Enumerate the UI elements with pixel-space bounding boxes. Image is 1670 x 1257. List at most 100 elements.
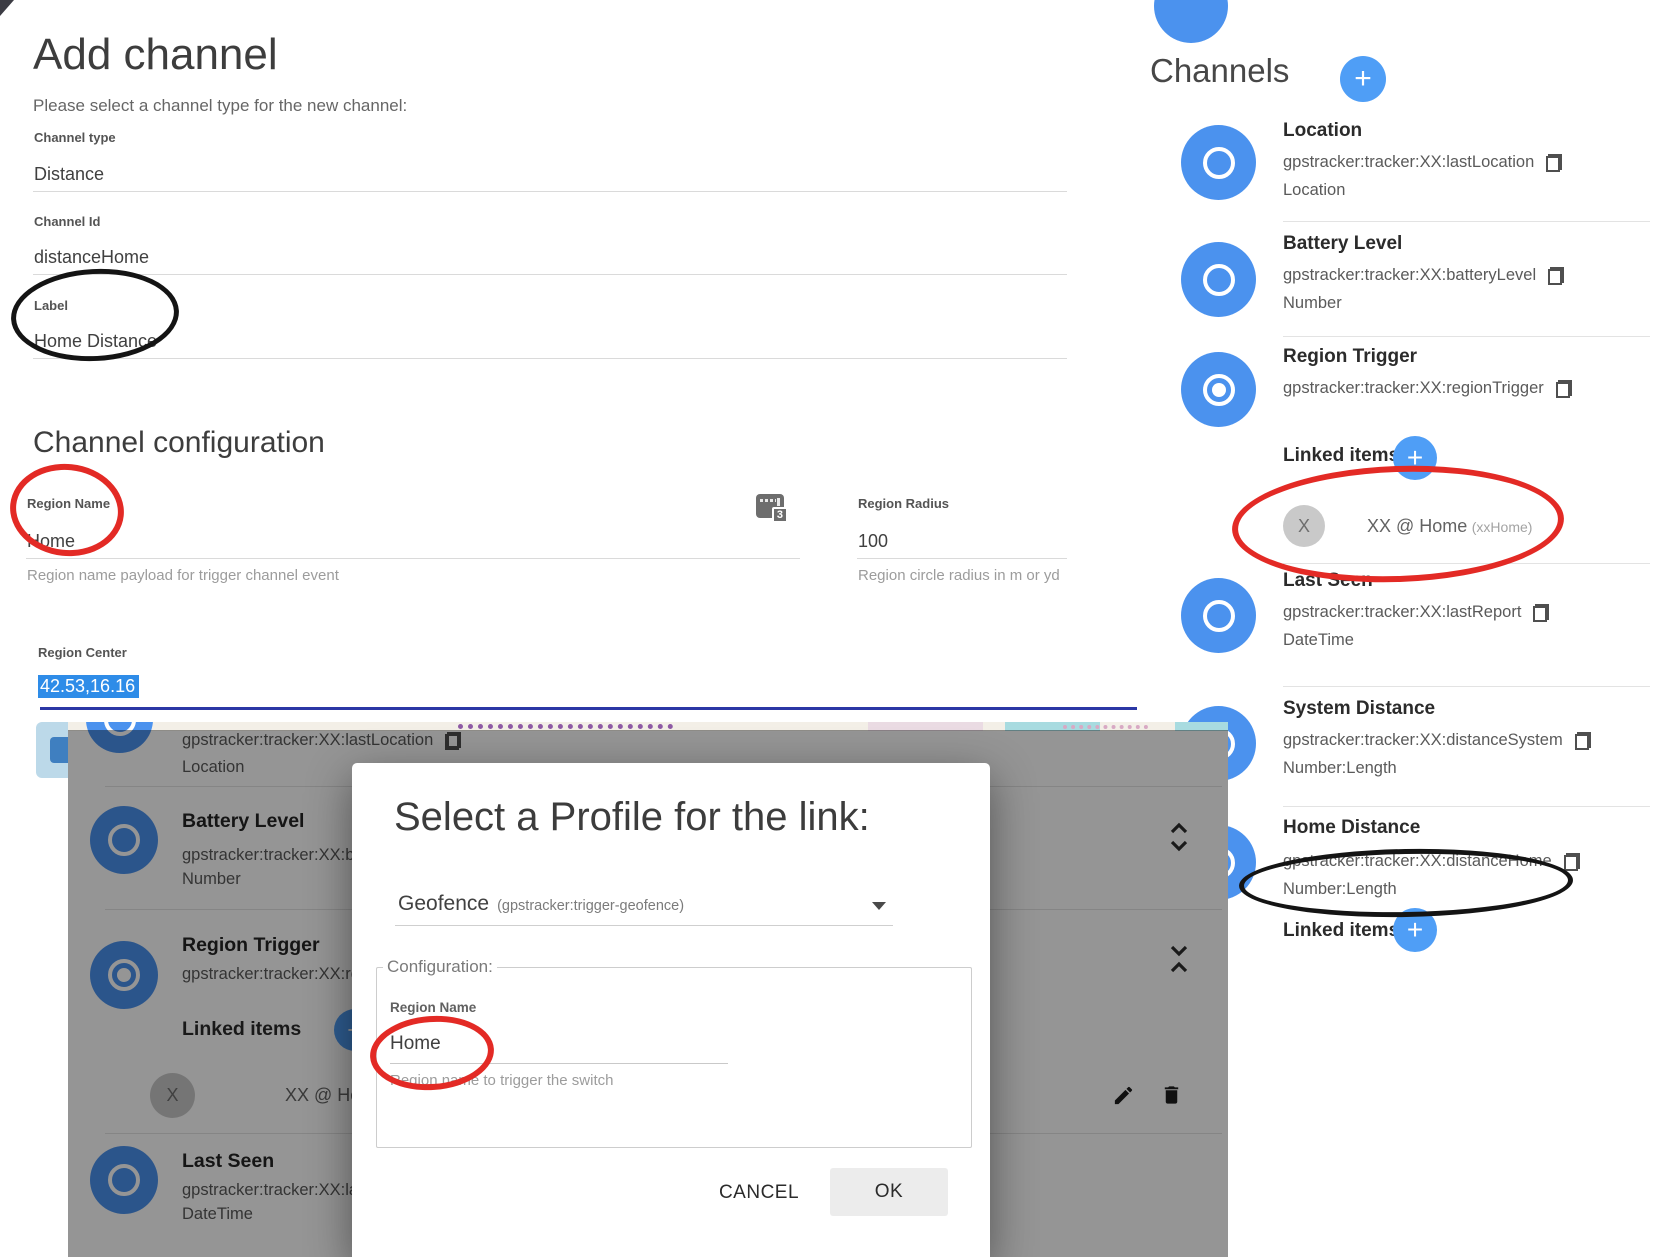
channel-name: Location (1283, 120, 1362, 142)
linked-item-label: XX @ Home (1367, 516, 1467, 536)
channel-id-row: gpstracker:tracker:XX:batteryLevel (1283, 266, 1564, 285)
map-label-dots (1063, 725, 1148, 729)
config-section-title: Channel configuration (33, 426, 325, 460)
region-radius-input[interactable]: 100 (858, 531, 888, 552)
linked-item-suffix: (xxHome) (1472, 519, 1533, 535)
configuration-legend: Configuration: (383, 957, 497, 977)
channel-name: Home Distance (1283, 817, 1420, 839)
region-name-label: Region Name (27, 496, 110, 511)
channel-avatar-region-trigger (1181, 352, 1256, 427)
channel-id-row: gpstracker:tracker:XX:regionTrigger (1283, 379, 1572, 398)
profile-select[interactable]: Geofence (gpstracker:trigger-geofence) (398, 892, 684, 916)
channel-id-label: Channel Id (34, 214, 100, 229)
dialog-title: Select a Profile for the link: (394, 795, 870, 840)
linked-items-heading: Linked items (1283, 445, 1399, 467)
region-center-focus-underline (40, 707, 1137, 710)
copy-icon[interactable] (1546, 154, 1562, 172)
trigger-channel-icon (1203, 374, 1235, 406)
copy-icon[interactable] (1575, 732, 1591, 750)
profile-select-underline (395, 925, 893, 926)
region-name-input[interactable]: Home (27, 531, 75, 552)
avatar-letter: X (1298, 516, 1310, 537)
profile-select-value: Geofence (398, 892, 489, 915)
channel-type-label: Channel type (34, 130, 116, 145)
row-divider (1283, 806, 1650, 807)
channel-id-input[interactable]: distanceHome (34, 247, 149, 268)
channel-type-select[interactable]: Distance (34, 164, 104, 185)
channel-id-row: gpstracker:tracker:XX:lastReport (1283, 603, 1549, 622)
dialog-region-name-helper: Region name to trigger the switch (390, 1072, 613, 1089)
region-center-input[interactable]: 42.53,16.16 (38, 676, 139, 697)
linked-item-avatar: X (1283, 505, 1325, 547)
linked-items-heading-2: Linked items (1283, 920, 1399, 942)
row-divider (1283, 221, 1650, 222)
add-linked-item-button-2[interactable]: + (1393, 908, 1437, 952)
ok-button[interactable]: OK (830, 1168, 948, 1216)
scrolled-avatar-partial (1154, 0, 1228, 43)
channel-uid: gpstracker:tracker:XX:regionTrigger (1283, 379, 1544, 398)
plus-icon: + (1407, 914, 1423, 946)
channel-id-underline (33, 274, 1067, 275)
channel-name: System Distance (1283, 698, 1435, 720)
region-name-helper: Region name payload for trigger channel … (27, 567, 339, 584)
cancel-button[interactable]: CANCEL (700, 1180, 818, 1206)
page-subtitle: Please select a channel type for the new… (33, 96, 407, 116)
battery-channel-icon (1203, 264, 1235, 296)
dialog-region-name-label: Region Name (390, 1000, 476, 1015)
row-divider (1283, 336, 1650, 337)
channel-name: Battery Level (1283, 233, 1402, 255)
dialog-region-name-underline (390, 1063, 728, 1064)
row-divider (1283, 686, 1650, 687)
profile-select-detail: (gpstracker:trigger-geofence) (497, 898, 684, 914)
configuration-fieldset: Configuration: (376, 957, 972, 1148)
add-linked-item-button[interactable]: + (1393, 436, 1437, 480)
channel-uid: gpstracker:tracker:XX:lastReport (1283, 603, 1521, 622)
label-field-label: Label (34, 298, 68, 313)
linked-item-row[interactable]: XX @ Home (xxHome) (1367, 516, 1532, 537)
region-radius-label: Region Radius (858, 496, 949, 511)
channel-type: Number:Length (1283, 880, 1397, 899)
map-label-dots (458, 724, 673, 729)
channel-uid: gpstracker:tracker:XX:batteryLevel (1283, 266, 1536, 285)
channel-uid: gpstracker:tracker:XX:lastLocation (1283, 153, 1534, 172)
channel-uid: gpstracker:tracker:XX:distanceSystem (1283, 731, 1563, 750)
channel-type: Number (1283, 294, 1342, 313)
region-radius-helper: Region circle radius in m or yd (858, 567, 1060, 584)
channel-type: DateTime (1283, 631, 1354, 650)
channel-name: Last Seen (1283, 570, 1373, 592)
label-field-underline (33, 358, 1067, 359)
channel-name: Region Trigger (1283, 346, 1417, 368)
selected-text: 42.53,16.16 (38, 675, 139, 698)
location-channel-icon (1203, 147, 1235, 179)
channel-avatar-last-seen (1181, 578, 1256, 653)
chevron-down-icon[interactable] (872, 902, 886, 910)
lastseen-channel-icon (1203, 600, 1235, 632)
channel-id-row: gpstracker:tracker:XX:lastLocation (1283, 153, 1562, 172)
region-center-label: Region Center (38, 645, 127, 660)
add-channel-button[interactable]: + (1340, 56, 1386, 102)
channels-panel-title: Channels (1150, 52, 1289, 90)
page-title: Add channel (33, 30, 278, 80)
region-radius-underline (857, 558, 1067, 559)
channel-type-underline (33, 191, 1067, 192)
channel-type: Location (1283, 181, 1345, 200)
region-name-underline (26, 558, 800, 559)
dialog-region-name-input[interactable]: Home (390, 1033, 441, 1055)
channel-id-row: gpstracker:tracker:XX:distanceSystem (1283, 731, 1591, 750)
copy-icon[interactable] (1533, 604, 1549, 622)
plus-icon: + (1407, 442, 1423, 474)
copy-icon[interactable] (1548, 267, 1564, 285)
copy-icon[interactable] (1556, 380, 1572, 398)
channel-avatar-location (1181, 125, 1256, 200)
keypad-icon[interactable]: 3 (756, 494, 784, 518)
label-field-input[interactable]: Home Distance (34, 331, 157, 352)
channel-type: Number:Length (1283, 759, 1397, 778)
row-divider (1283, 563, 1650, 564)
corner-artifact (0, 0, 14, 16)
channel-avatar-battery (1181, 242, 1256, 317)
channel-uid: gpstracker:tracker:XX:distanceHome (1283, 852, 1552, 871)
plus-icon: + (1354, 62, 1372, 96)
channel-id-row: gpstracker:tracker:XX:distanceHome (1283, 852, 1580, 871)
copy-icon[interactable] (1564, 853, 1580, 871)
screen: Add channel Please select a channel type… (0, 0, 1670, 1257)
